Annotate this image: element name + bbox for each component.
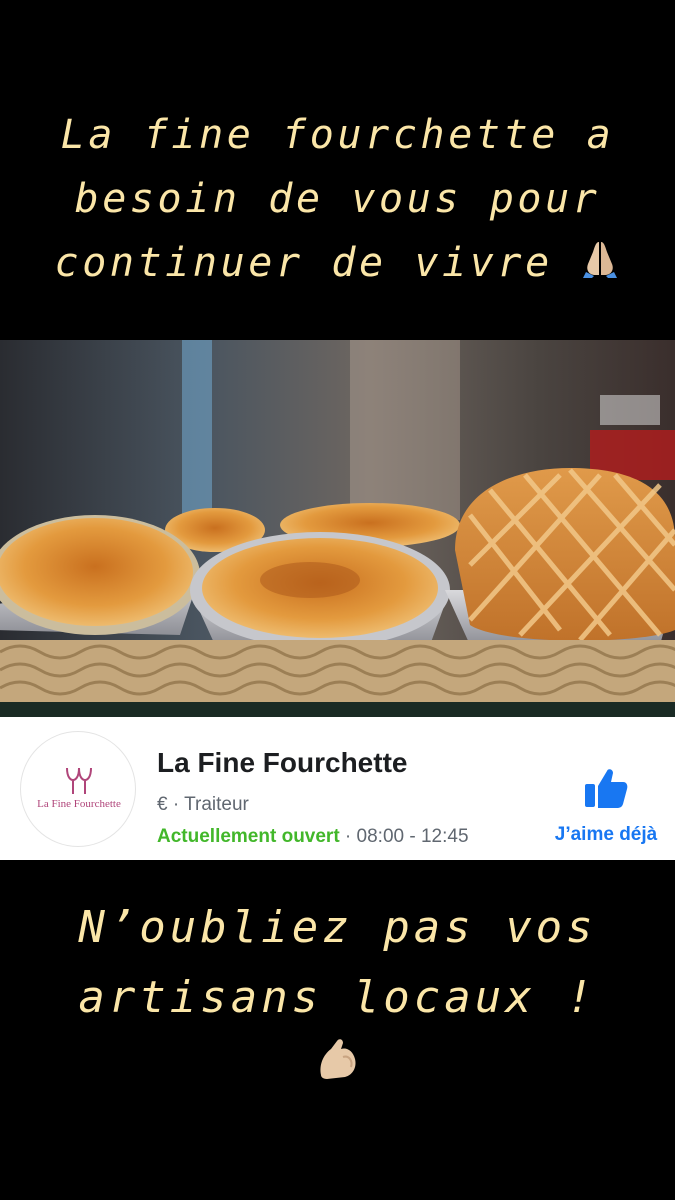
facebook-page-card[interactable]: La Fine Fourchette La Fine Fourchette € … [0, 717, 675, 860]
flexed-biceps-icon [313, 1035, 363, 1106]
thumbs-up-icon [583, 765, 629, 816]
pastry-photo [0, 340, 675, 717]
open-status: Actuellement ouvert [157, 826, 340, 847]
like-button[interactable]: J’aime déjà [540, 762, 672, 852]
headline-bottom: N’oubliez pas vos artisans locaux ! [0, 893, 675, 1106]
headline-line: artisans locaux ! [78, 972, 597, 1023]
like-label: J’aime déjà [554, 824, 658, 845]
headline-line [0, 1033, 675, 1106]
folded-hands-icon [580, 233, 620, 297]
headline-line: N’oubliez pas vos [78, 902, 597, 953]
page-avatar[interactable]: La Fine Fourchette [20, 731, 136, 847]
headline-line: La fine fourchette a [60, 112, 615, 158]
headline-top: La fine fourchette a besoin de vous pour… [0, 103, 675, 297]
headline-line: besoin de vous pour [74, 176, 601, 222]
headline-line: continuer de vivre [0, 231, 675, 297]
page-category: € · Traiteur [157, 794, 249, 815]
fork-logo-icon [63, 766, 95, 801]
headline-line-text: continuer de vivre [54, 240, 553, 286]
logo-text: La Fine Fourchette [37, 798, 121, 810]
hours-range: · 08:00 - 12:45 [339, 826, 469, 847]
opening-hours: Actuellement ouvert · 08:00 - 12:45 [157, 826, 469, 848]
page-name[interactable]: La Fine Fourchette [157, 747, 407, 779]
